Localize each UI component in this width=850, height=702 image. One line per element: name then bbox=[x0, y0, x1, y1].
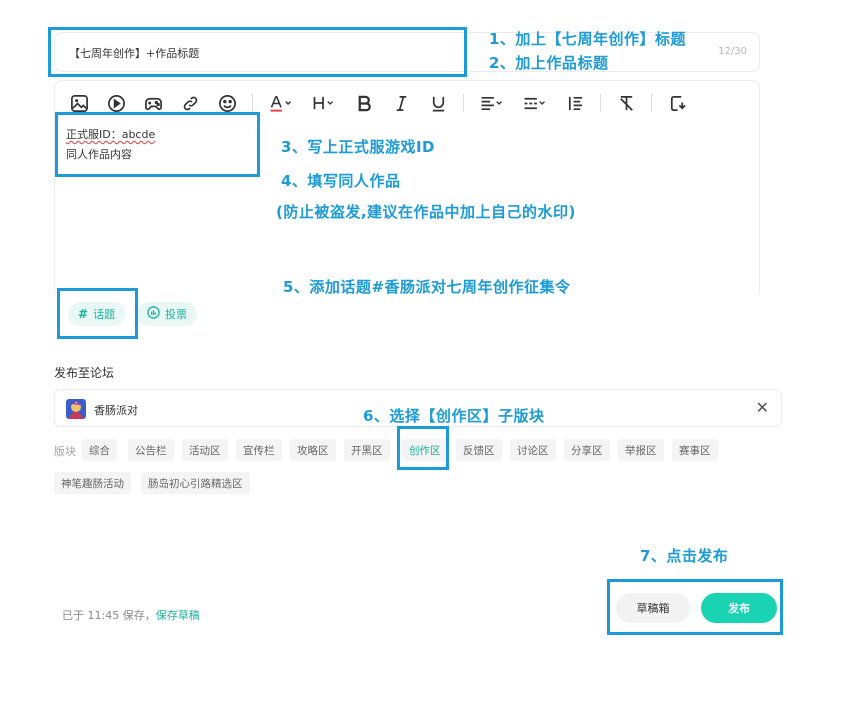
heading-icon[interactable] bbox=[309, 91, 339, 115]
redo-icon[interactable] bbox=[665, 91, 689, 115]
vote-chip[interactable]: 投票 bbox=[137, 302, 197, 326]
annotation-step-3: 3、写上正式服游戏ID bbox=[281, 138, 435, 156]
board-tag[interactable]: 神笔趣肠活动 bbox=[54, 472, 131, 494]
board-tag[interactable]: 宣传栏 bbox=[236, 439, 282, 461]
toolbar-divider bbox=[600, 94, 601, 112]
clear-format-icon[interactable] bbox=[614, 91, 638, 115]
annotation-step-4-note: (防止被盗发,建议在作品中加上自己的水印) bbox=[276, 203, 576, 221]
close-icon[interactable]: ✕ bbox=[756, 399, 769, 417]
board-section-label: 版块 bbox=[54, 445, 76, 458]
align-icon[interactable] bbox=[477, 91, 507, 115]
board-tag[interactable]: 赛事区 bbox=[672, 439, 718, 461]
annotation-step-5: 5、添加话题#香肠派对七周年创作征集令 bbox=[283, 278, 571, 296]
title-char-counter: 12/30 bbox=[718, 46, 747, 57]
forum-section-label: 发布至论坛 bbox=[54, 366, 115, 380]
underline-icon[interactable] bbox=[426, 91, 450, 115]
toolbar-divider bbox=[252, 94, 253, 112]
annotation-step-4: 4、填写同人作品 bbox=[281, 172, 401, 190]
board-tag[interactable]: 举报区 bbox=[618, 439, 664, 461]
vote-icon bbox=[147, 306, 160, 322]
board-tag[interactable]: 反馈区 bbox=[456, 439, 502, 461]
highlight-publish bbox=[607, 579, 783, 635]
forum-name: 香肠派对 bbox=[94, 404, 138, 417]
annotation-step-1: 1、加上【七周年创作】标题 bbox=[489, 30, 686, 48]
divider-icon[interactable] bbox=[520, 91, 550, 115]
highlight-topic bbox=[57, 288, 138, 339]
highlight-content bbox=[55, 112, 260, 177]
highlight-title bbox=[48, 27, 467, 77]
board-tag[interactable]: 综合 bbox=[82, 439, 117, 461]
bold-icon[interactable] bbox=[352, 91, 376, 115]
annotation-step-7: 7、点击发布 bbox=[640, 547, 729, 565]
toolbar-divider bbox=[651, 94, 652, 112]
board-tag[interactable]: 公告栏 bbox=[128, 439, 174, 461]
save-draft-link[interactable]: 保存草稿 bbox=[156, 609, 200, 622]
board-tag[interactable]: 开黑区 bbox=[344, 439, 390, 461]
autosave-time: 已于 11:45 保存， bbox=[62, 609, 156, 622]
board-tag[interactable]: 活动区 bbox=[182, 439, 228, 461]
vote-chip-label: 投票 bbox=[165, 308, 187, 321]
annotation-step-6: 6、选择【创作区】子版块 bbox=[363, 407, 545, 425]
board-tag[interactable]: 分享区 bbox=[564, 439, 610, 461]
board-tag[interactable]: 讨论区 bbox=[510, 439, 556, 461]
highlight-board bbox=[397, 426, 449, 470]
board-tag[interactable]: 攻略区 bbox=[290, 439, 336, 461]
toolbar-divider bbox=[463, 94, 464, 112]
forum-avatar bbox=[66, 399, 86, 419]
list-icon[interactable] bbox=[563, 91, 587, 115]
italic-icon[interactable] bbox=[389, 91, 413, 115]
board-tag[interactable]: 肠岛初心引路精选区 bbox=[141, 472, 250, 494]
annotation-step-2: 2、加上作品标题 bbox=[489, 54, 609, 72]
text-color-icon[interactable] bbox=[266, 91, 296, 115]
autosave-status: 已于 11:45 保存，保存草稿 bbox=[62, 607, 200, 623]
